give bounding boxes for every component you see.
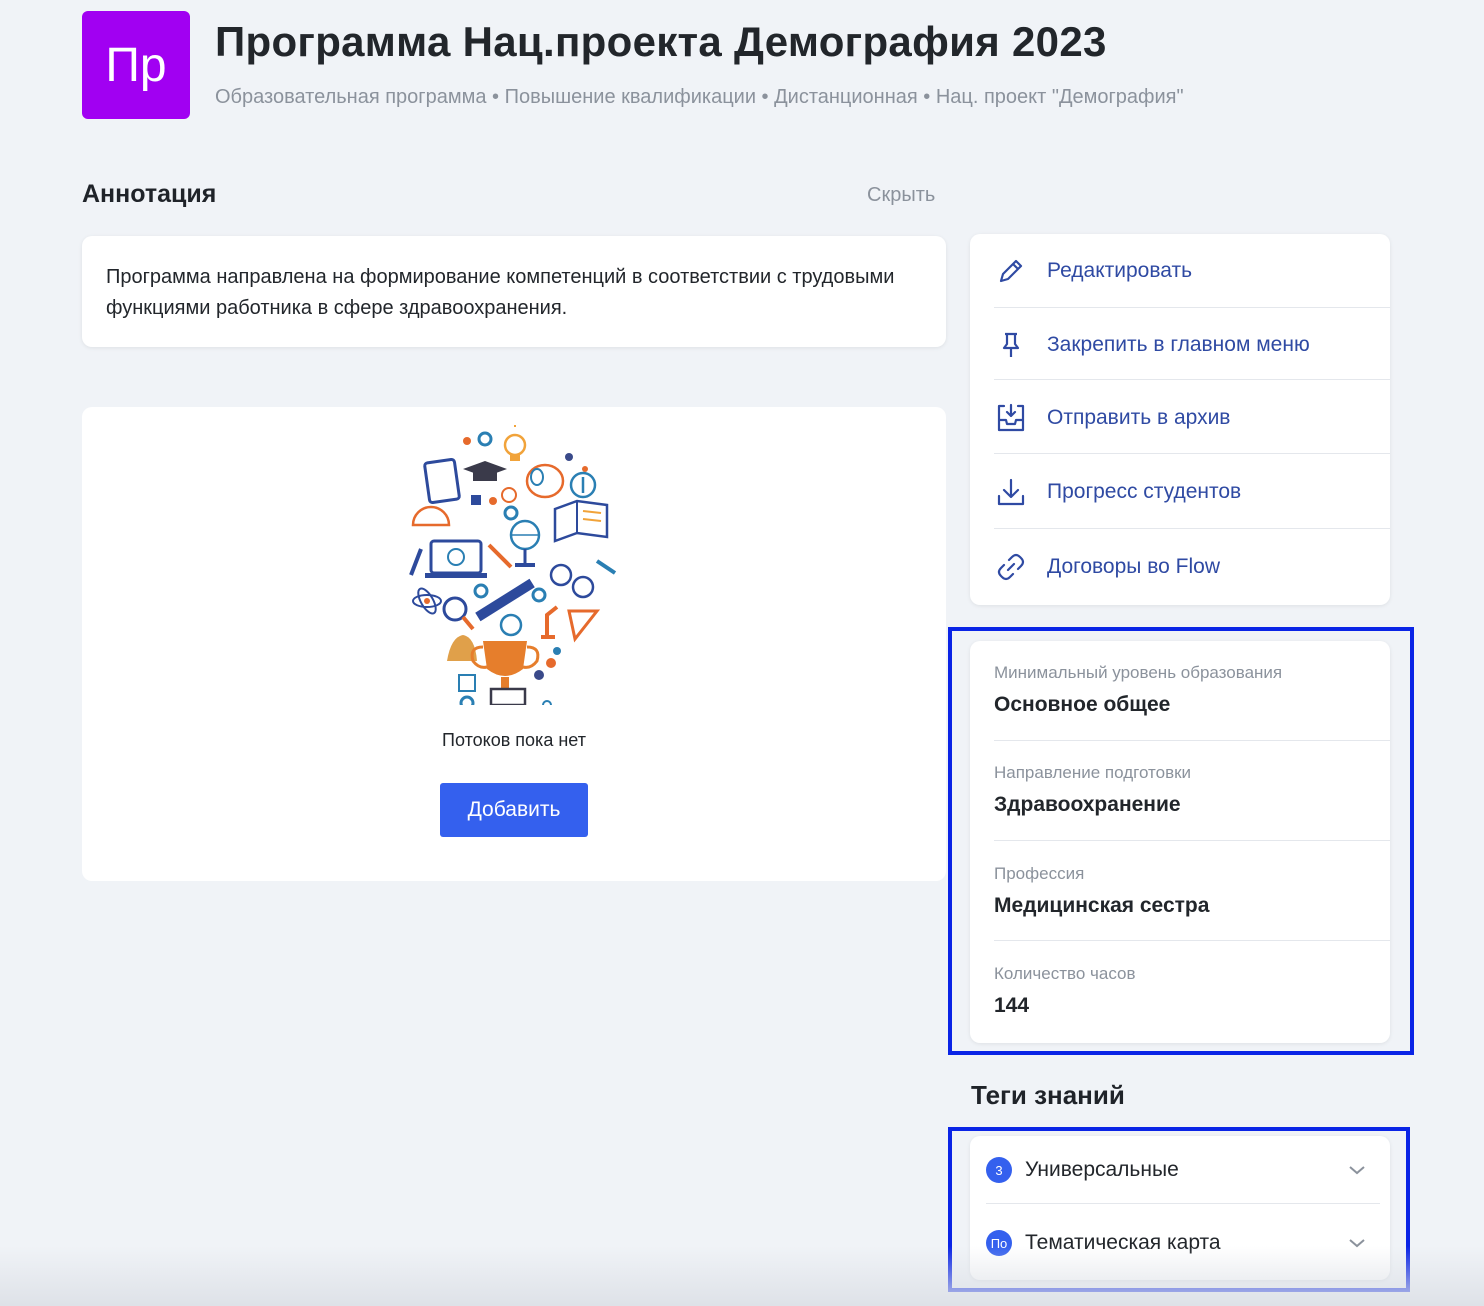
actions-menu-card: Редактировать Закрепить в главном меню О… xyxy=(970,234,1390,605)
info-label: Направление подготовки xyxy=(994,763,1192,782)
info-value: 144 xyxy=(994,994,1030,1017)
tag-count-badge: 3 xyxy=(986,1157,1012,1183)
info-profession: Профессия Медицинская сестра xyxy=(994,864,1390,918)
edit-action[interactable]: Редактировать xyxy=(994,234,1390,308)
program-avatar: Пр xyxy=(82,11,190,119)
tag-group-thematic-map[interactable]: По Тематическая карта xyxy=(986,1213,1380,1273)
divider xyxy=(994,379,1390,380)
link-icon xyxy=(994,550,1028,584)
download-icon xyxy=(994,475,1028,509)
program-page: Пр Программа Нац.проекта Демография 2023… xyxy=(0,0,1484,1306)
flow-contracts-action[interactable]: Договоры во Flow xyxy=(994,530,1390,604)
chevron-down-icon[interactable] xyxy=(1346,1232,1368,1254)
info-direction: Направление подготовки Здравоохранение xyxy=(994,763,1390,817)
edit-action-label: Редактировать xyxy=(1047,259,1193,282)
archive-action-label: Отправить в архив xyxy=(1047,406,1231,429)
annotation-text: Программа направлена на формирование ком… xyxy=(106,266,895,319)
annotation-card: Программа направлена на формирование ком… xyxy=(82,236,946,347)
info-education-level: Минимальный уровень образования Основное… xyxy=(994,663,1390,717)
program-info-card: Минимальный уровень образования Основное… xyxy=(970,641,1390,1043)
divider xyxy=(986,1203,1380,1204)
tag-group-universal[interactable]: 3 Универсальные xyxy=(986,1140,1380,1200)
tag-count-badge: По xyxy=(986,1230,1012,1256)
education-icons-illustration xyxy=(409,425,617,705)
info-value: Медицинская сестра xyxy=(994,894,1210,917)
pencil-icon xyxy=(994,254,1028,288)
page-title: Программа Нац.проекта Демография 2023 xyxy=(215,18,1107,65)
pin-icon xyxy=(994,328,1028,362)
add-stream-button[interactable]: Добавить xyxy=(440,783,588,837)
info-value: Здравоохранение xyxy=(994,793,1181,816)
divider xyxy=(994,740,1390,741)
archive-icon xyxy=(994,401,1028,435)
info-label: Профессия xyxy=(994,864,1085,883)
flow-contracts-label: Договоры во Flow xyxy=(1047,555,1220,578)
program-meta-subtitle: Образовательная программа • Повышение кв… xyxy=(215,86,1184,108)
knowledge-tags-heading: Теги знаний xyxy=(971,1080,1125,1110)
info-label: Количество часов xyxy=(994,964,1136,983)
student-progress-action[interactable]: Прогресс студентов xyxy=(994,455,1390,529)
divider xyxy=(994,453,1390,454)
info-value: Основное общее xyxy=(994,693,1171,716)
empty-streams-text: Потоков пока нет xyxy=(442,730,586,750)
divider xyxy=(994,940,1390,941)
tag-group-label: Универсальные xyxy=(1025,1158,1179,1181)
student-progress-label: Прогресс студентов xyxy=(1047,480,1242,503)
pin-to-menu-label: Закрепить в главном меню xyxy=(1047,333,1310,356)
divider xyxy=(994,840,1390,841)
hide-annotation-link[interactable]: Скрыть xyxy=(867,184,935,207)
divider xyxy=(994,528,1390,529)
chevron-down-icon[interactable] xyxy=(1346,1159,1368,1181)
archive-action[interactable]: Отправить в архив xyxy=(994,381,1390,455)
tag-group-label: Тематическая карта xyxy=(1025,1231,1221,1254)
pin-to-menu-action[interactable]: Закрепить в главном меню xyxy=(994,308,1390,382)
info-label: Минимальный уровень образования xyxy=(994,663,1283,682)
info-hours: Количество часов 144 xyxy=(994,964,1390,1018)
knowledge-tags-card: 3 Универсальные По Тематическая карта xyxy=(970,1136,1390,1280)
streams-empty-card: Потоков пока нет Добавить xyxy=(82,407,946,881)
annotation-heading: Аннотация xyxy=(82,180,217,208)
